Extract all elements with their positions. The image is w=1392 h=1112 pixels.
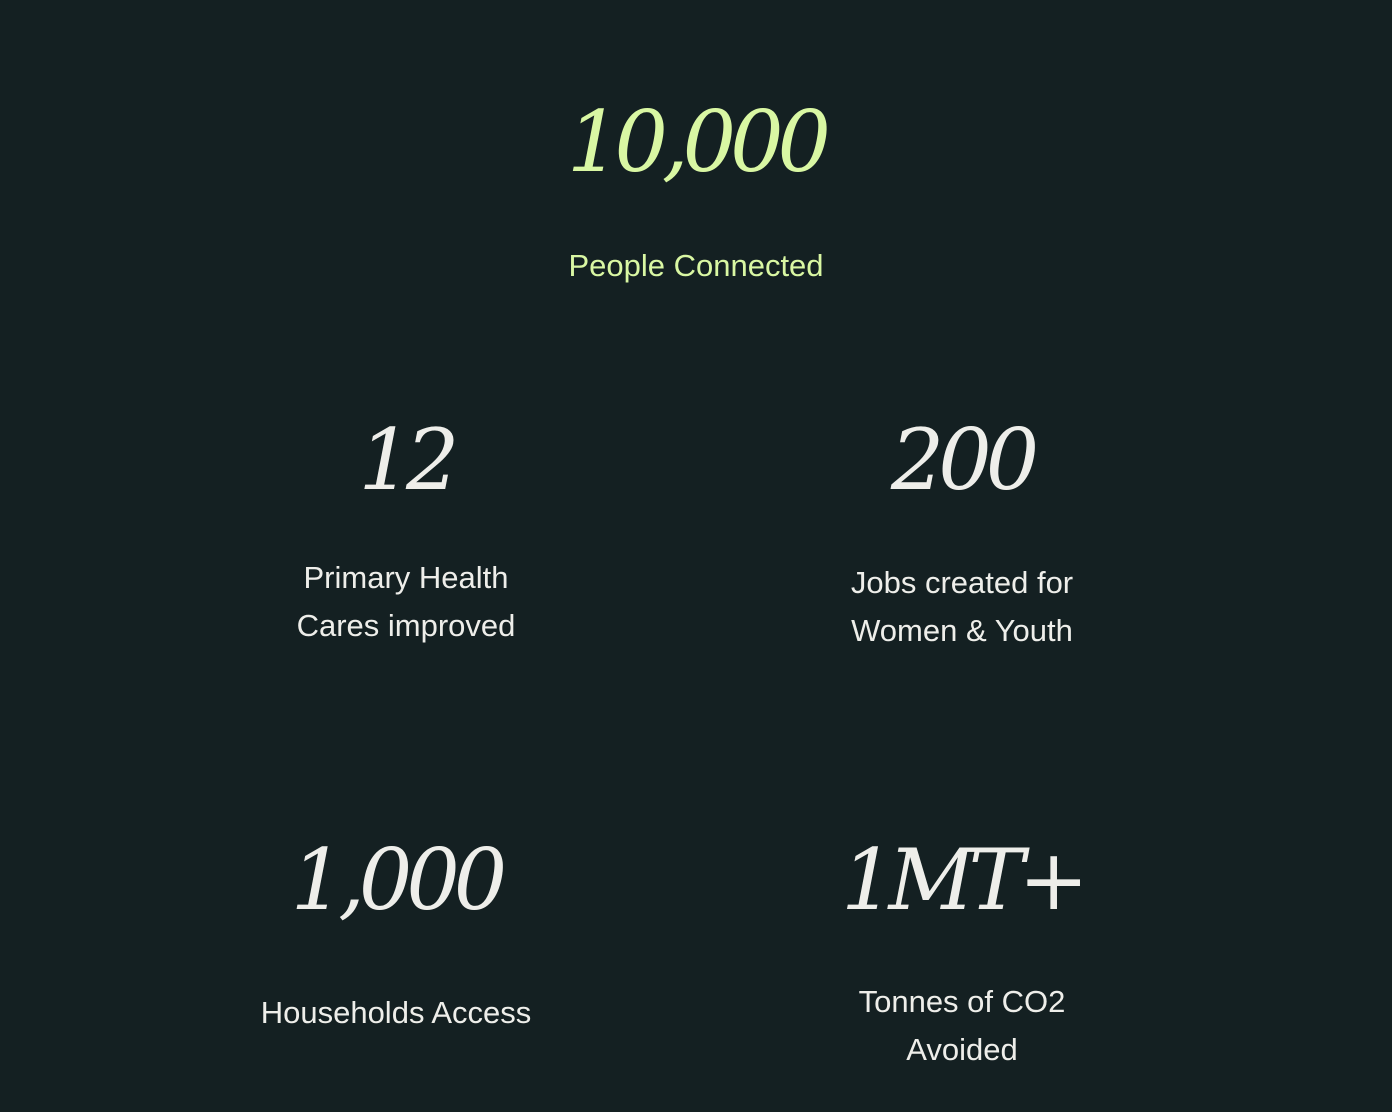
stat-households-access: 1,000 Households Access xyxy=(196,838,596,1037)
stat-value: 200 xyxy=(890,411,1039,509)
stat-value: 12 xyxy=(358,411,460,509)
stat-label: People Connected xyxy=(568,248,824,283)
stat-label-line: Jobs created for xyxy=(850,565,1074,600)
stat-label-line: Cares improved xyxy=(296,608,516,643)
stat-value: 10,000 xyxy=(567,93,831,191)
stat-label-line: Avoided xyxy=(906,1032,1018,1067)
stat-label-line: Tonnes of CO2 xyxy=(858,984,1066,1019)
stat-jobs-created: 200 Jobs created for Women & Youth xyxy=(762,418,1162,655)
stat-label: Households Access xyxy=(196,989,596,1037)
stat-co2-avoided: 1MT+ Tonnes of CO2 Avoided xyxy=(762,838,1162,1074)
stat-label: Jobs created for Women & Youth xyxy=(762,559,1162,655)
stat-primary-health-cares: 12 Primary Health Cares improved xyxy=(206,418,606,650)
stat-label: Tonnes of CO2 Avoided xyxy=(762,978,1162,1074)
stat-label-line: Primary Health xyxy=(303,560,509,595)
stat-value: 1MT+ xyxy=(841,831,1089,929)
stat-people-connected: 10,000 People Connected xyxy=(446,100,946,290)
stat-label: Primary Health Cares improved xyxy=(206,554,606,650)
stat-label-line: Households Access xyxy=(260,995,532,1030)
stat-label-line: Women & Youth xyxy=(851,613,1073,648)
stat-value: 1,000 xyxy=(290,831,507,929)
